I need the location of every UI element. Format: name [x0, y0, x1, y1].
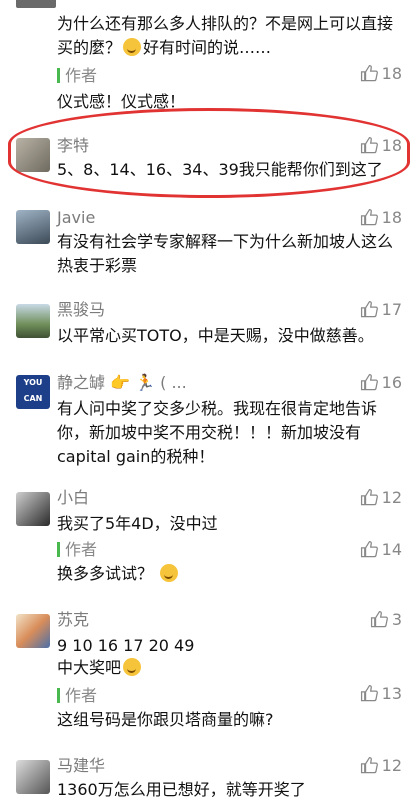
thumbs-up-icon — [360, 488, 378, 506]
thumbs-up-icon — [360, 300, 378, 318]
like-count: 12 — [381, 756, 402, 775]
like-button[interactable]: 3 — [370, 610, 402, 629]
author-reply-text: 仪式感！仪式感！ — [57, 92, 186, 111]
comment-text: 9 10 16 17 20 49 — [57, 636, 195, 655]
comment-text: 我买了5年4D，没中过 — [57, 514, 218, 533]
commenter-name[interactable]: 李特 — [57, 136, 89, 156]
commenter-name[interactable]: Javie — [57, 208, 95, 228]
avatar[interactable] — [16, 614, 50, 648]
like-count: 14 — [381, 540, 402, 559]
like-button[interactable]: 18 — [360, 64, 402, 83]
comment-text: 中大奖吧 — [57, 656, 402, 680]
comment-text: 1360万怎么用已想好，就等开奖了 — [57, 780, 306, 799]
heart-eyes-emoji-icon — [123, 658, 142, 676]
like-button[interactable]: 18 — [360, 136, 402, 155]
thumbs-up-icon — [360, 540, 378, 558]
comment-text: 以平常心买TOTO，中是天赐，没中做慈善。 — [57, 326, 374, 345]
commenter-name[interactable]: 静之罅 👉 🏃 ( ... — [57, 373, 187, 393]
avatar[interactable] — [16, 304, 50, 338]
author-tag: 作者 — [57, 686, 97, 706]
commenter-name[interactable]: 苏克 — [57, 610, 89, 630]
like-count: 17 — [381, 300, 402, 319]
author-tag: 作者 — [57, 540, 97, 560]
like-button[interactable]: 16 — [360, 373, 402, 392]
laugh-emoji-icon — [160, 564, 179, 582]
thumbs-up-icon — [370, 610, 388, 628]
like-count: 16 — [381, 373, 402, 392]
commenter-name[interactable]: 马建华 — [57, 756, 105, 776]
like-count: 18 — [381, 136, 402, 155]
like-count: 13 — [381, 684, 402, 703]
avatar[interactable] — [16, 760, 50, 794]
like-button[interactable]: 13 — [360, 684, 402, 703]
like-button[interactable]: 12 — [360, 756, 402, 775]
avatar[interactable] — [16, 210, 50, 244]
like-count: 3 — [391, 610, 402, 629]
thumbs-up-icon — [360, 64, 378, 82]
thumbs-up-icon — [360, 684, 378, 702]
like-count: 12 — [381, 488, 402, 507]
commenter-name[interactable]: 小白 — [57, 488, 89, 508]
comment-text: 有没有社会学专家解释一下为什么新加坡人这么热衷于彩票 — [57, 232, 394, 275]
author-reply-text: 这组号码是你跟贝塔商量的嘛? — [57, 710, 274, 729]
comment-text: 为什么还有那么多人排队的？不是网上可以直接买的麼？ 好有时间的说…… — [57, 14, 394, 57]
comment-text: 5、8、14、16、34、39我只能帮你们到这了 — [57, 160, 383, 179]
avatar-partial — [16, 0, 56, 8]
author-reply-text: 换多多试试？ — [57, 562, 402, 586]
avatar[interactable] — [16, 492, 50, 526]
like-button[interactable]: 12 — [360, 488, 402, 507]
thumbs-up-icon — [360, 756, 378, 774]
author-tag: 作者 — [57, 66, 97, 86]
like-count: 18 — [381, 64, 402, 83]
commenter-name[interactable]: 黑骏马 — [57, 300, 105, 320]
thumbs-up-icon — [360, 208, 378, 226]
avatar[interactable] — [16, 138, 50, 172]
comment-text: 有人问中奖了交多少税。我现在很肯定地告诉你，新加坡中奖不用交税！！！新加坡没有c… — [57, 399, 378, 466]
smile-emoji-icon — [123, 38, 142, 56]
thumbs-up-icon — [360, 136, 378, 154]
like-button[interactable]: 17 — [360, 300, 402, 319]
like-button[interactable]: 14 — [360, 540, 402, 559]
like-count: 18 — [381, 208, 402, 227]
like-button[interactable]: 18 — [360, 208, 402, 227]
thumbs-up-icon — [360, 373, 378, 391]
avatar[interactable]: YOU CANDO IT! — [16, 375, 50, 409]
